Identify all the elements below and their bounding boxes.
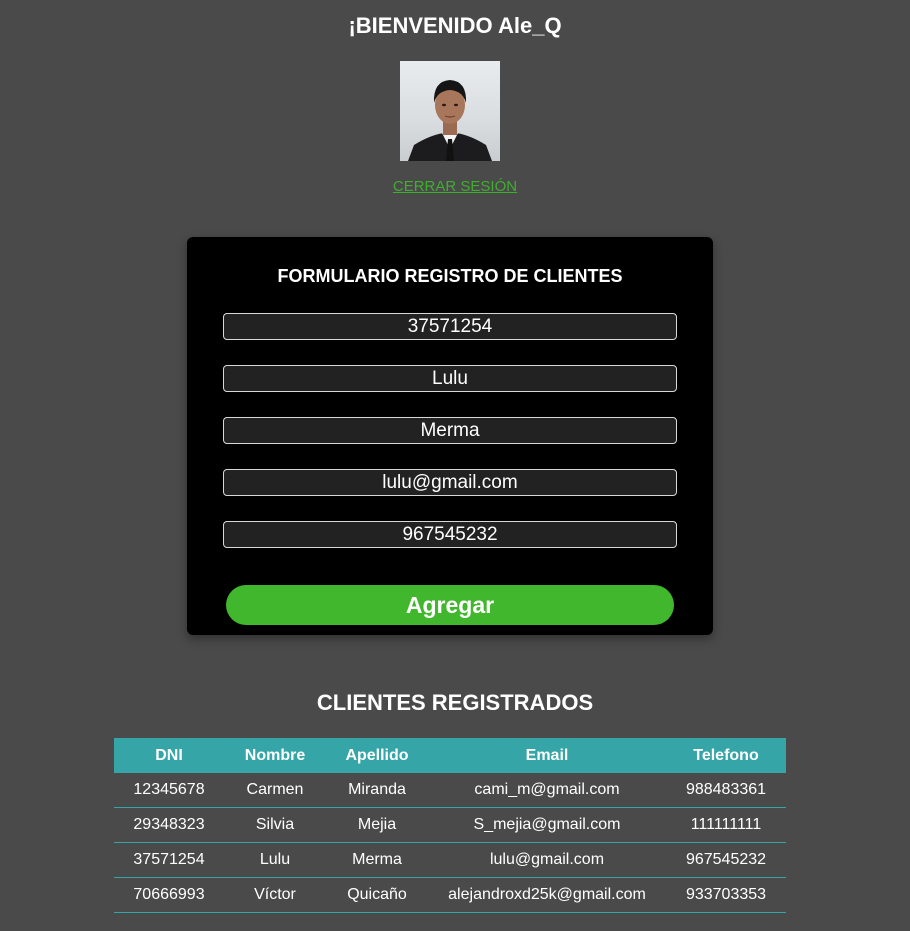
clients-table: DNI Nombre Apellido Email Telefono 12345… <box>114 738 786 913</box>
clients-section-title: CLIENTES REGISTRADOS <box>316 690 594 715</box>
cell-dni: 70666993 <box>114 877 224 913</box>
cell-dni: 12345678 <box>114 773 224 808</box>
dni-input[interactable] <box>223 313 677 340</box>
cell-dni: 29348323 <box>114 807 224 843</box>
column-header-telefono: Telefono <box>666 738 786 773</box>
cell-apellido: Miranda <box>326 773 428 808</box>
cell-telefono: 111111111 <box>666 807 786 843</box>
add-client-button[interactable]: Agregar <box>226 585 674 625</box>
nombre-input[interactable] <box>223 365 677 392</box>
telefono-input[interactable] <box>223 521 677 548</box>
table-header-row: DNI Nombre Apellido Email Telefono <box>114 738 786 773</box>
cell-nombre: Carmen <box>224 773 326 808</box>
user-avatar <box>400 61 500 161</box>
logout-link[interactable]: CERRAR SESIÓN <box>393 178 517 195</box>
column-header-apellido: Apellido <box>326 738 428 773</box>
cell-nombre: Silvia <box>224 807 326 843</box>
column-header-email: Email <box>428 738 666 773</box>
cell-email: S_mejia@gmail.com <box>428 807 666 843</box>
welcome-heading: ¡BIENVENIDO Ale_Q <box>348 13 562 38</box>
cell-nombre: Víctor <box>224 877 326 913</box>
cell-telefono: 933703353 <box>666 877 786 913</box>
column-header-nombre: Nombre <box>224 738 326 773</box>
user-photo-icon <box>408 80 492 161</box>
table-row: 70666993 Víctor Quicaño alejandroxd25k@g… <box>114 877 786 913</box>
cell-email: cami_m@gmail.com <box>428 773 666 808</box>
cell-apellido: Merma <box>326 842 428 878</box>
cell-email: alejandroxd25k@gmail.com <box>428 877 666 913</box>
logout-container: CERRAR SESIÓN <box>0 178 910 195</box>
email-input[interactable] <box>223 469 677 496</box>
cell-email: lulu@gmail.com <box>428 842 666 878</box>
client-registration-form: FORMULARIO REGISTRO DE CLIENTES Agregar <box>187 237 713 635</box>
table-row: 12345678 Carmen Miranda cami_m@gmail.com… <box>114 773 786 808</box>
apellido-input[interactable] <box>223 417 677 444</box>
cell-telefono: 988483361 <box>666 773 786 808</box>
table-row: 29348323 Silvia Mejia S_mejia@gmail.com … <box>114 807 786 843</box>
page: ¡BIENVENIDO Ale_Q CERRAR SESIÓN FORMULAR… <box>0 0 910 931</box>
form-title: FORMULARIO REGISTRO DE CLIENTES <box>277 266 623 286</box>
column-header-dni: DNI <box>114 738 224 773</box>
cell-apellido: Quicaño <box>326 877 428 913</box>
cell-dni: 37571254 <box>114 842 224 878</box>
cell-telefono: 967545232 <box>666 842 786 878</box>
table-row: 37571254 Lulu Merma lulu@gmail.com 96754… <box>114 842 786 878</box>
cell-apellido: Mejia <box>326 807 428 843</box>
cell-nombre: Lulu <box>224 842 326 878</box>
